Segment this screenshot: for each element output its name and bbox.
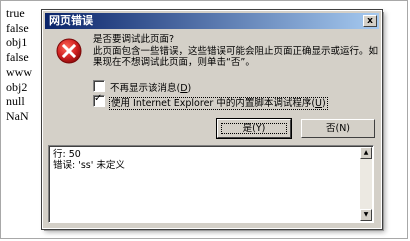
- details-line: 错误: 'ss' 未定义: [53, 160, 125, 171]
- page-line: false: [6, 50, 29, 65]
- dialog-title: 网页错误: [49, 14, 93, 27]
- use-debugger-hotkey: U: [315, 98, 323, 109]
- error-details-box[interactable]: 行: 50 错误: 'ss' 未定义 ▲ ▼: [48, 145, 374, 223]
- page-line: www: [6, 64, 32, 79]
- message-line: 是否要调试此页面?: [93, 34, 175, 45]
- dont-show-again-suffix: ): [187, 83, 192, 94]
- scroll-down-button[interactable]: ▼: [360, 209, 372, 221]
- use-debugger-option[interactable]: ✓ 使用 Internet Explorer 中的内置脚本调试程序(U): [93, 93, 328, 110]
- page-line: false: [6, 20, 29, 35]
- message-line: 此页面包含一些错误，这些错误可能会阻止页面正确显示或运行。如: [93, 45, 379, 57]
- focus-rectangle: [221, 123, 287, 134]
- dont-show-again-label: 不再显示该消息(: [110, 83, 181, 94]
- message-line: 果现在不想调试此页面，则单击“否”。: [93, 57, 255, 68]
- dialog-title-bar[interactable]: 网页错误 x: [45, 13, 379, 29]
- page-output: true false obj1 false www obj2 null NaN: [6, 6, 46, 124]
- dialog-message: 是否要调试此页面? 此页面包含一些错误，这些错误可能会阻止页面正确显示或运行。如…: [93, 34, 379, 69]
- use-debugger-suffix: ): [322, 98, 326, 109]
- no-button[interactable]: 否(N): [301, 119, 375, 138]
- dont-show-again-hotkey: D: [180, 83, 188, 94]
- no-button-label: 否(N): [325, 123, 351, 134]
- scroll-up-icon: ▲: [363, 149, 369, 156]
- use-debugger-label: 使用 Internet Explorer 中的内置脚本调试程序(: [111, 98, 316, 109]
- dont-show-again-checkbox[interactable]: [93, 80, 105, 92]
- error-details-text: 行: 50 错误: 'ss' 未定义: [53, 149, 125, 171]
- page-line: true: [6, 6, 25, 20]
- use-debugger-checkbox[interactable]: ✓: [93, 93, 105, 107]
- error-circle-x-icon: [56, 38, 82, 64]
- close-button[interactable]: x: [363, 15, 377, 27]
- close-icon: x: [367, 16, 373, 26]
- page-line: obj1: [6, 35, 28, 50]
- page-line: NaN: [6, 108, 29, 123]
- yes-button[interactable]: 是(Y): [216, 118, 292, 139]
- dont-show-again-option[interactable]: 不再显示该消息(D): [93, 80, 191, 95]
- page-line: null: [6, 94, 25, 109]
- error-dialog: 网页错误 x 是否要调试此页面? 此页面包含一些错误，这些错误可能会阻止页面正确…: [41, 9, 383, 230]
- scroll-down-icon: ▼: [363, 211, 369, 218]
- page-line: obj2: [6, 79, 28, 94]
- details-line: 行: 50: [53, 149, 81, 160]
- details-scrollbar[interactable]: ▲ ▼: [360, 147, 372, 221]
- scroll-up-button[interactable]: ▲: [360, 147, 372, 159]
- checkmark-icon: ✓: [94, 93, 103, 104]
